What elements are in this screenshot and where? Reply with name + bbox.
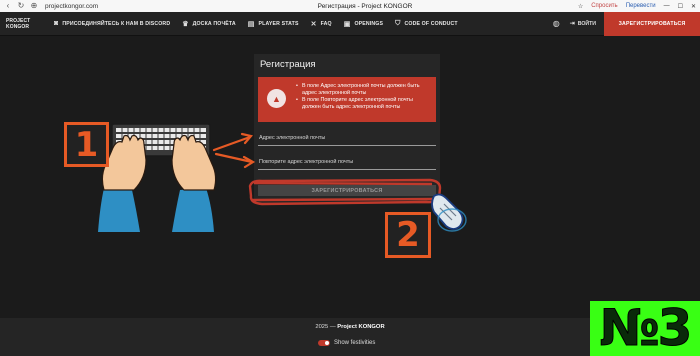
login-label: ВОЙТИ [577,20,596,27]
nav-discord[interactable]: ◙ ПРИСОЕДИНЯЙТЕСЬ К НАМ В DISCORD [54,20,170,27]
nav-faq-label: FAQ [320,20,332,27]
address-bar[interactable]: projectkongor.com [45,3,235,10]
register-nav-button[interactable]: ЗАРЕГИСТРИРОВАТЬСЯ [604,11,700,36]
browser-actions: ☆ Спросить Перевести — ☐ ✕ [574,3,700,10]
error-list: В поле Адрес электронной почты должен бы… [296,83,432,111]
right-sleeve [172,188,214,232]
error-item: В поле Повторите адрес электронной почты… [296,97,432,111]
email-repeat-field[interactable]: Повторите адрес электронной почты [258,158,436,170]
arrow-to-repeat-email [214,152,256,169]
festivities-toggle[interactable]: Show festivities [318,340,375,346]
keyboard-key-gaps [121,128,201,150]
nav-hall-of-fame[interactable]: ♛ ДОСКА ПОЧЁТА [182,20,236,28]
maximize-icon[interactable]: ☐ [678,3,683,10]
star-icon[interactable]: ☆ [578,3,583,10]
nav-right: ◍ ⇥ ВОЙТИ ЗАРЕГИСТРИРОВАТЬСЯ [553,11,700,36]
close-icon[interactable]: ✕ [691,3,696,10]
step-3-label: №3 [599,299,693,356]
nav-code-of-conduct-label: CODE OF CONDUCT [404,20,458,27]
keyboard [111,123,211,157]
nav-code-of-conduct[interactable]: ⛉ CODE OF CONDUCT [395,20,458,28]
copyright-name: Project KONGOR [337,324,385,330]
trophy-icon: ♛ [182,20,189,28]
copyright-year: 2025 — [315,324,336,330]
site-logo[interactable]: PROJECT KONGOR [6,18,54,30]
nav-faq[interactable]: ✕ FAQ [311,20,332,28]
page-title: Регистрация [260,59,316,70]
festivities-label: Show festivities [334,340,376,346]
warning-icon: ▲ [267,89,286,108]
login-link[interactable]: ⇥ ВОЙТИ [569,20,596,28]
nav-hall-of-fame-label: ДОСКА ПОЧЁТА [192,20,236,27]
minimize-icon[interactable]: — [664,3,670,9]
register-submit-button[interactable]: ЗАРЕГИСТРИРОВАТЬСЯ [258,185,436,196]
tools-icon: ✕ [310,20,317,28]
step-1-badge: 1 [64,122,109,167]
email-field[interactable]: Адрес электронной почты [258,134,436,146]
chart-icon: ▤ [247,20,255,28]
nav-discord-label: ПРИСОЕДИНЯЙТЕСЬ К НАМ В DISCORD [62,20,171,27]
arrow-to-email [212,132,254,152]
site-navbar: PROJECT KONGOR ◙ ПРИСОЕДИНЯЙТЕСЬ К НАМ В… [0,11,700,36]
nav-player-stats-label: PLAYER STATS [258,20,299,27]
discord-icon: ◙ [54,20,59,27]
registration-panel: Регистрация ▲ В поле Адрес электронной п… [254,54,440,203]
error-alert: ▲ В поле Адрес электронной почты должен … [258,77,436,122]
login-icon: ⇥ [569,21,575,27]
nav-player-stats[interactable]: ▤ PLAYER STATS [248,20,299,28]
briefcase-icon: ▣ [343,20,351,28]
back-icon[interactable]: ‹ [3,1,13,11]
window-title: Регистрация - Project KONGOR [317,2,413,10]
site-info-icon[interactable]: ⊕ [29,1,39,11]
toggle-switch[interactable] [318,340,330,346]
refresh-icon[interactable]: ↻ [16,1,26,11]
right-hand [171,134,217,191]
nav-openings-label: OPENINGS [354,20,384,27]
language-icon[interactable]: ◍ [553,19,560,28]
step-2-badge: 2 [385,212,431,258]
translate-button[interactable]: Перевести [626,3,656,9]
keyboard-keys [116,128,206,150]
nav-openings[interactable]: ▣ OPENINGS [344,20,383,28]
step-3-badge: №3 [590,299,700,356]
error-item: В поле Адрес электронной почты должен бы… [296,83,432,97]
ask-button[interactable]: Спросить [591,3,617,9]
left-sleeve [98,188,140,232]
shield-icon: ⛉ [395,19,401,27]
browser-titlebar: ‹ ↻ ⊕ projectkongor.com Регистрация - Pr… [0,0,700,12]
